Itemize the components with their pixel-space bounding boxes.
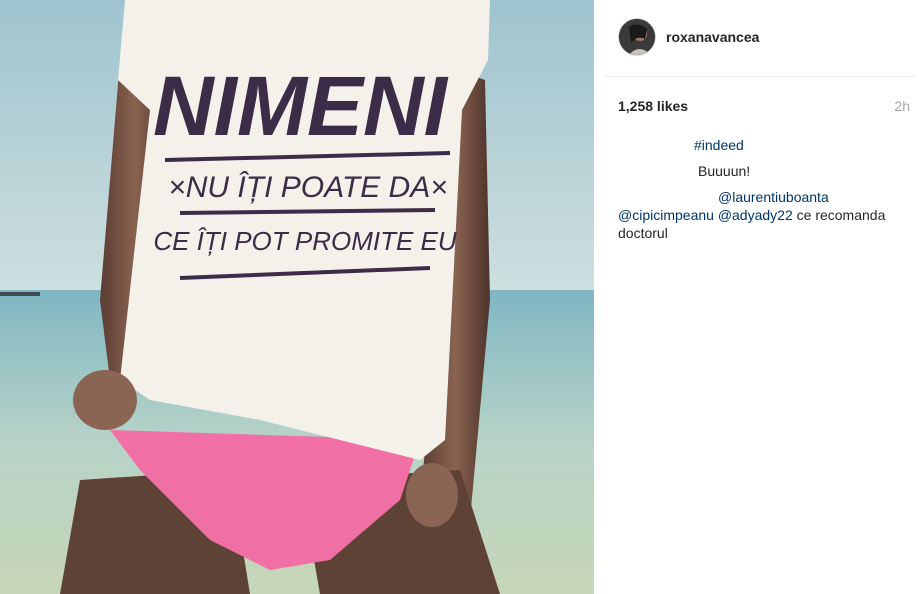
- mention-link[interactable]: @cipicimpeanu: [618, 207, 714, 223]
- comment-item: #indeed: [618, 136, 908, 154]
- comment-item: Buuuun!: [618, 162, 908, 180]
- shirt-line2: ×NU ÎȚI POATE DA×: [168, 171, 448, 204]
- comment-item: @laurentiuboanta @cipicimpeanu @adyady22…: [618, 188, 908, 242]
- shirt-line3: CE ÎȚI POT PROMITE EU: [153, 226, 457, 256]
- comments-list: #indeed Buuuun! @laurentiuboanta @cipici…: [618, 136, 908, 242]
- comment-text: Buuuun!: [698, 163, 751, 179]
- username-link[interactable]: roxanavancea: [666, 29, 759, 45]
- post-header: roxanavancea: [604, 0, 916, 77]
- likes-count[interactable]: 1,258 likes: [618, 98, 688, 114]
- post-details-panel: roxanavancea 1,258 likes 2h #indeed Buuu…: [594, 0, 924, 594]
- mention-link[interactable]: @adyady22: [718, 207, 793, 223]
- shirt-line1: NIMENI: [153, 59, 449, 153]
- user-avatar-icon: [619, 19, 655, 55]
- beach-photo-illustration: NIMENI ×NU ÎȚI POATE DA× CE ÎȚI POT PROM…: [0, 0, 594, 594]
- avatar[interactable]: [618, 18, 656, 56]
- mention-link[interactable]: @laurentiuboanta: [718, 189, 829, 205]
- post-time[interactable]: 2h: [894, 98, 910, 114]
- post-photo[interactable]: NIMENI ×NU ÎȚI POATE DA× CE ÎȚI POT PROM…: [0, 0, 594, 594]
- hashtag-link[interactable]: #indeed: [694, 137, 744, 153]
